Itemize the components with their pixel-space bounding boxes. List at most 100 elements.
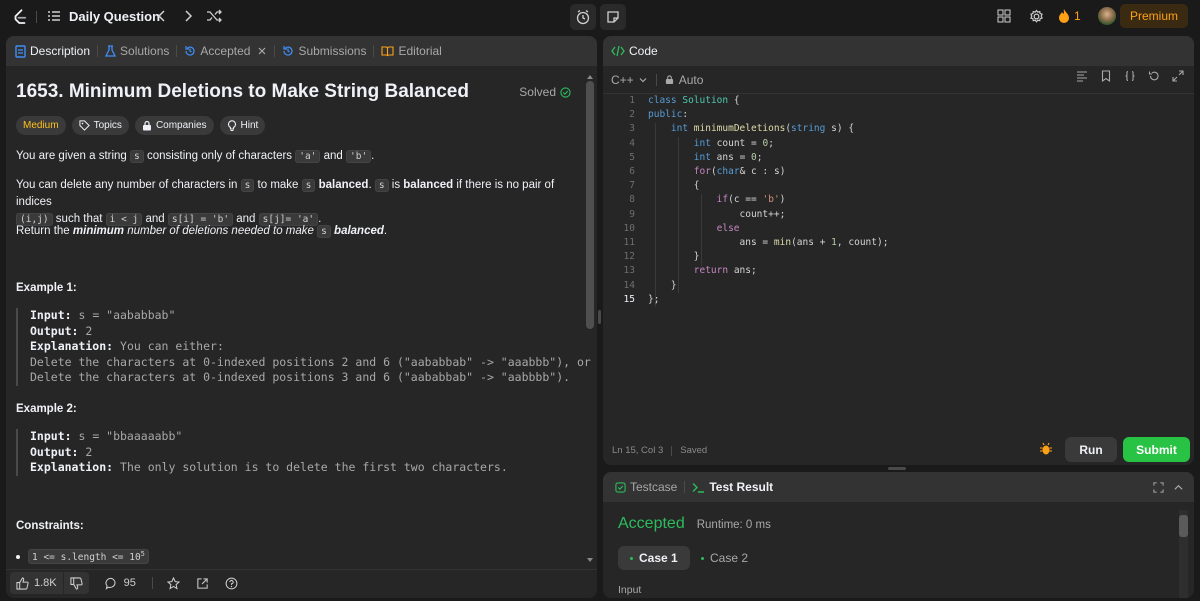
star-icon[interactable] — [166, 576, 180, 590]
debug-bug-icon[interactable] — [1039, 442, 1053, 456]
like-button[interactable]: 1.8K — [10, 572, 63, 594]
vertical-splitter[interactable] — [598, 310, 601, 324]
language-select[interactable]: C++ — [611, 73, 648, 87]
code-text: for(char& c : s) — [693, 166, 786, 178]
tab-solutions[interactable]: Solutions — [103, 36, 171, 66]
premium-button[interactable]: Premium — [1119, 4, 1188, 28]
code-text: public: — [648, 109, 689, 121]
prev-problem-icon[interactable] — [155, 8, 169, 24]
code-line[interactable]: 12 } — [605, 250, 888, 264]
description-scrollbar[interactable] — [586, 72, 594, 566]
hint-pill[interactable]: Hint — [219, 116, 266, 135]
constraints-heading: Constraints: — [16, 520, 84, 532]
scroll-up-arrow[interactable] — [587, 75, 593, 79]
next-problem-icon[interactable] — [181, 8, 195, 24]
lightbulb-icon — [227, 119, 236, 131]
tab-accepted[interactable]: Accepted — [182, 36, 269, 66]
format-icon[interactable] — [1076, 70, 1088, 82]
collapse-chevron-icon[interactable] — [1173, 482, 1184, 493]
line-number: 2 — [629, 109, 635, 121]
case-1-tab[interactable]: Case 1 — [618, 546, 690, 570]
companies-pill[interactable]: Companies — [134, 116, 214, 135]
code-line[interactable]: 11 ans = min(ans + 1, count); — [605, 236, 889, 250]
code-lines: 1 class Solution {2 public: 3 int minimumDe… — [605, 94, 889, 307]
help-icon[interactable] — [225, 577, 238, 590]
code-line[interactable]: 8 if(c == 'b') — [605, 193, 888, 207]
code-text: count++; — [739, 208, 786, 220]
code-line[interactable]: 3 int minimumDeletions(string s) { — [605, 122, 888, 136]
scroll-down-arrow[interactable] — [587, 558, 593, 562]
tab-divider — [176, 45, 178, 57]
pass-dot — [630, 556, 633, 560]
top-nav: Daily Question 1 Premium — [0, 0, 1200, 34]
leetcode-logo-icon[interactable] — [10, 7, 30, 27]
result-panel: Testcase Test Result Accepted Runtime: 0… — [603, 472, 1194, 598]
code-line[interactable]: 2 public: — [605, 108, 888, 122]
tab-test-result[interactable]: Test Result — [690, 472, 775, 502]
expand-icon[interactable] — [1172, 70, 1184, 82]
runtime-label: Runtime: 0 ms — [696, 519, 771, 531]
tab-editorial[interactable]: Editorial — [379, 36, 443, 66]
code-line[interactable]: 5 int ans = 0; — [605, 151, 888, 165]
difficulty-label: Medium — [23, 120, 59, 131]
timer-icon[interactable] — [570, 4, 596, 30]
problem-list-icon[interactable] — [47, 9, 61, 23]
thumbs-down-icon — [70, 576, 83, 590]
tab-divider — [97, 45, 99, 57]
case-2-tab[interactable]: Case 2 — [695, 546, 754, 570]
tab-divider — [373, 45, 375, 57]
share-icon[interactable] — [196, 577, 209, 590]
tab-submissions-label: Submissions — [298, 44, 367, 58]
code-text: if(c == 'b') — [716, 194, 786, 206]
chevron-down-icon — [639, 77, 647, 82]
case-2-label: Case 2 — [710, 551, 749, 565]
code-line[interactable]: 13 return ans; — [605, 264, 888, 278]
scroll-thumb[interactable] — [586, 81, 594, 329]
code-line[interactable]: 1 class Solution { — [605, 94, 888, 108]
editor-toolbar: C++ Auto — [603, 66, 1194, 94]
streak-counter[interactable]: 1 — [1058, 8, 1081, 24]
dislike-button[interactable] — [63, 572, 89, 594]
comment-count: 95 — [123, 577, 136, 589]
settings-gear-icon[interactable] — [1029, 9, 1044, 24]
code-line[interactable]: 15}; — [605, 293, 888, 307]
layout-icon[interactable] — [997, 9, 1011, 23]
tab-testcase[interactable]: Testcase — [613, 472, 679, 502]
code-text: int ans = 0; — [693, 151, 763, 163]
constraint-item: 1 <= s.length <= 105 — [16, 549, 149, 565]
scroll-thumb[interactable] — [1179, 515, 1188, 537]
reset-icon[interactable] — [1148, 70, 1160, 82]
autocomplete-toggle[interactable]: Auto — [665, 73, 703, 87]
close-icon[interactable] — [257, 46, 267, 56]
code-line[interactable]: 6 for(char& c : s) — [605, 165, 888, 179]
user-avatar[interactable] — [1098, 7, 1116, 25]
difficulty-badge: Medium — [16, 116, 66, 135]
tab-submissions[interactable]: Submissions — [280, 36, 368, 66]
tab-editorial-label: Editorial — [398, 44, 442, 58]
shuffle-icon[interactable] — [206, 9, 222, 23]
expand-icon[interactable] — [1153, 482, 1164, 493]
code-line[interactable]: 9 count++; — [605, 208, 888, 222]
run-button[interactable]: Run — [1065, 437, 1117, 462]
code-line[interactable]: 7 { — [605, 179, 888, 193]
horizontal-splitter[interactable] — [888, 467, 906, 470]
topics-pill[interactable]: Topics — [71, 116, 129, 135]
tab-description[interactable]: Description — [13, 36, 92, 66]
line-number: 8 — [629, 194, 635, 206]
check-circle-icon — [560, 86, 571, 98]
braces-icon[interactable] — [1124, 70, 1136, 82]
code-line[interactable]: 10 else — [605, 222, 888, 236]
code-line[interactable]: 4 int count = 0; — [605, 137, 888, 151]
comments-button[interactable]: 95 — [105, 577, 136, 590]
notes-icon[interactable] — [600, 4, 626, 30]
daily-question-title[interactable]: Daily Question — [69, 9, 160, 24]
line-number: 14 — [623, 279, 635, 291]
code-text: class Solution { — [648, 95, 740, 106]
hint-label: Hint — [240, 120, 259, 131]
result-scrollbar[interactable] — [1179, 510, 1188, 598]
problem-title[interactable]: 1653. Minimum Deletions to Make String B… — [16, 81, 469, 103]
submit-button[interactable]: Submit — [1123, 437, 1190, 462]
code-line[interactable]: 14 } — [605, 279, 888, 293]
toolbar-divider — [151, 577, 153, 589]
bookmark-icon[interactable] — [1100, 70, 1112, 82]
